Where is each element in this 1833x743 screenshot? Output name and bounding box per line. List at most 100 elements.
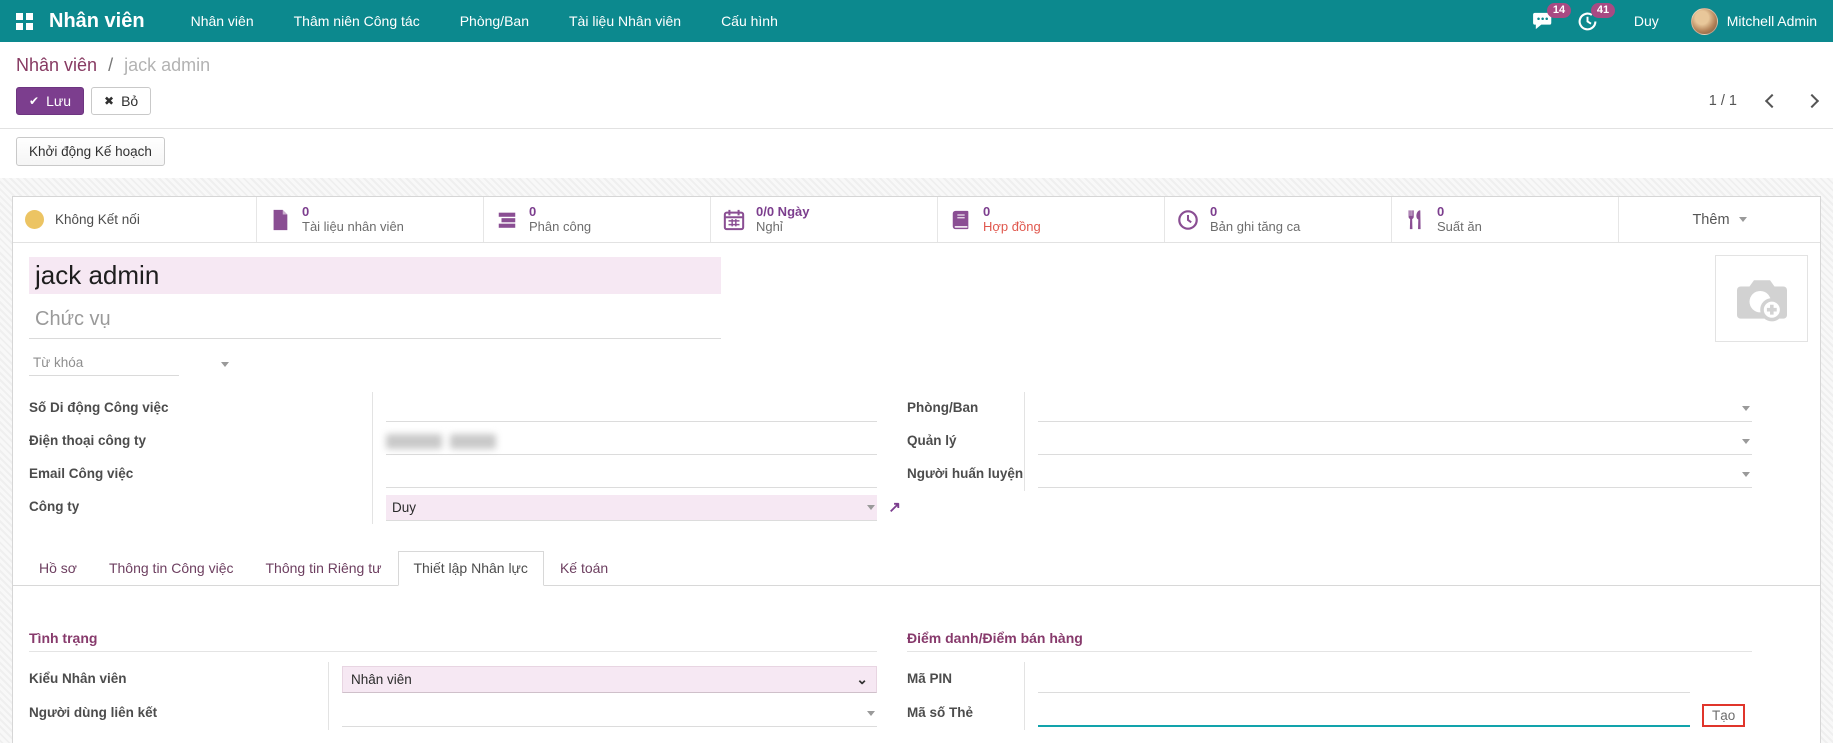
form-view-background: Không Kết nối 0 Tài liệu nhân viên 0 Phâ… xyxy=(0,178,1833,743)
contact-right-group: Phòng/Ban Quản lý Người huấn luyện xyxy=(907,392,1752,491)
internal-link-icon[interactable]: ↗ xyxy=(888,498,901,516)
cross-icon: ✖ xyxy=(104,94,114,108)
pager-next-icon[interactable] xyxy=(1805,94,1819,108)
tab-hr-settings[interactable]: Thiết lập Nhân lực xyxy=(398,551,544,586)
tab-work-information[interactable]: Thông tin Công việc xyxy=(93,551,250,586)
clock-icon xyxy=(1177,209,1199,231)
statusbar-actions: Khởi động Kế hoạch xyxy=(0,129,1833,178)
tab-private-information[interactable]: Thông tin Riêng tư xyxy=(250,551,398,586)
employee-type-select[interactable]: Nhân viên ⌄ xyxy=(342,666,877,693)
user-menu[interactable]: Mitchell Admin xyxy=(1681,8,1817,35)
stat-meals-button[interactable]: 0 Suất ăn xyxy=(1392,197,1619,242)
badge-id-label: Mã số Thẻ xyxy=(907,696,1025,730)
attendance-group-title: Điểm danh/Điểm bán hàng xyxy=(907,630,1752,652)
chevron-down-icon[interactable] xyxy=(1742,439,1750,444)
company-field[interactable]: Duy ↗ xyxy=(386,495,877,521)
pin-code-label: Mã PIN xyxy=(907,662,1025,696)
pager-counter: 1 / 1 xyxy=(1709,93,1737,109)
stat-documents-button[interactable]: 0 Tài liệu nhân viên xyxy=(257,197,484,242)
notebook-tabs: Hồ sơ Thông tin Công việc Thông tin Riên… xyxy=(13,551,1820,586)
file-icon xyxy=(269,209,291,231)
nav-menu-documents[interactable]: Tài liệu Nhân viên xyxy=(569,13,681,29)
chevron-down-icon xyxy=(1739,217,1747,222)
chevron-down-icon[interactable] xyxy=(867,505,875,510)
apps-menu-icon[interactable] xyxy=(16,13,33,30)
book-icon xyxy=(950,209,972,231)
breadcrumb-separator: / xyxy=(108,55,113,75)
stat-overtime-button[interactable]: 0 Bản ghi tăng ca xyxy=(1165,197,1392,242)
attendance-pos-section: Điểm danh/Điểm bán hàng Mã PIN Mã số Thẻ… xyxy=(907,630,1752,730)
nav-menu-configuration[interactable]: Cấu hình xyxy=(721,13,778,29)
work-email-input[interactable] xyxy=(386,462,877,488)
related-user-label: Người dùng liên kết xyxy=(29,696,329,730)
work-email-label: Email Công việc xyxy=(29,458,373,491)
list-icon xyxy=(496,209,518,231)
work-mobile-input[interactable] xyxy=(386,396,877,422)
chevron-down-icon[interactable] xyxy=(1742,472,1750,477)
save-button[interactable]: ✔ Lưu xyxy=(16,87,84,115)
breadcrumb-current: jack admin xyxy=(124,55,210,75)
pager-previous-icon[interactable] xyxy=(1765,94,1779,108)
generate-badge-button[interactable]: Tạo xyxy=(1702,704,1745,727)
nav-menu-seniority[interactable]: Thâm niên Công tác xyxy=(294,13,420,29)
work-phone-input[interactable] xyxy=(386,429,877,455)
discard-button[interactable]: ✖ Bỏ xyxy=(91,87,151,115)
company-label: Công ty xyxy=(29,491,373,524)
tags-input[interactable] xyxy=(29,352,179,376)
manager-field[interactable] xyxy=(1038,429,1752,455)
coach-field[interactable] xyxy=(1038,462,1752,488)
company-switcher[interactable]: Duy xyxy=(1634,13,1659,29)
pin-code-input[interactable] xyxy=(1038,667,1690,693)
contact-left-group: Số Di động Công việc Điện thoại công ty … xyxy=(29,392,877,524)
employee-photo-upload[interactable] xyxy=(1715,255,1808,342)
messages-icon[interactable]: 14 xyxy=(1533,11,1555,31)
hr-settings-page: Tình trạng Kiểu Nhân viên Nhân viên ⌄ Ng… xyxy=(13,586,1820,743)
tab-accounting[interactable]: Kế toán xyxy=(544,551,624,586)
department-label: Phòng/Ban xyxy=(907,392,1025,425)
attendance-group: Mã PIN Mã số Thẻ Tạo xyxy=(907,662,1752,730)
more-stats-dropdown[interactable]: Thêm xyxy=(1619,197,1820,242)
breadcrumb: Nhân viên / jack admin xyxy=(0,42,1833,78)
employee-name-input[interactable] xyxy=(29,257,721,294)
job-position-input[interactable] xyxy=(29,303,721,339)
calendar-icon xyxy=(723,209,745,231)
work-phone-label: Điện thoại công ty xyxy=(29,425,373,458)
stat-contracts-button[interactable]: 0 Hợp đồng xyxy=(938,197,1165,242)
status-group-title: Tình trạng xyxy=(29,630,877,652)
control-panel-buttons: ✔ Lưu ✖ Bỏ 1 / 1 xyxy=(0,78,1833,129)
status-dot-icon xyxy=(25,210,44,229)
activities-badge: 41 xyxy=(1591,3,1615,18)
breadcrumb-parent-link[interactable]: Nhân viên xyxy=(16,55,97,75)
status-group: Kiểu Nhân viên Nhân viên ⌄ Người dùng li… xyxy=(29,662,877,730)
user-avatar xyxy=(1691,8,1718,35)
stat-connection-status[interactable]: Không Kết nối xyxy=(13,197,257,242)
chevron-down-icon[interactable] xyxy=(1742,406,1750,411)
department-field[interactable] xyxy=(1038,396,1752,422)
launch-plan-button[interactable]: Khởi động Kế hoạch xyxy=(16,137,165,166)
employee-type-label: Kiểu Nhân viên xyxy=(29,662,329,696)
app-brand[interactable]: Nhân viên xyxy=(49,10,145,33)
chevron-down-icon[interactable] xyxy=(867,711,875,716)
nav-menu-employees[interactable]: Nhân viên xyxy=(191,13,254,29)
stat-planning-button[interactable]: 0 Phân công xyxy=(484,197,711,242)
stat-time-off-button[interactable]: 0/0 Ngày Nghỉ xyxy=(711,197,938,242)
coach-label: Người huấn luyện xyxy=(907,458,1025,491)
nav-menu-departments[interactable]: Phòng/Ban xyxy=(460,13,529,29)
messages-badge: 14 xyxy=(1547,3,1571,18)
redacted-phone-value xyxy=(450,434,496,449)
top-navbar: Nhân viên Nhân viên Thâm niên Công tác P… xyxy=(0,0,1833,42)
stat-button-row: Không Kết nối 0 Tài liệu nhân viên 0 Phâ… xyxy=(13,197,1820,243)
select-chevron-icon: ⌄ xyxy=(856,671,868,688)
cutlery-icon xyxy=(1404,209,1426,231)
manager-label: Quản lý xyxy=(907,425,1025,458)
related-user-field[interactable] xyxy=(342,701,877,727)
tab-resume[interactable]: Hồ sơ xyxy=(23,551,93,586)
redacted-phone-value xyxy=(386,434,442,449)
form-sheet: Không Kết nối 0 Tài liệu nhân viên 0 Phâ… xyxy=(12,196,1821,743)
activities-icon[interactable]: 41 xyxy=(1577,11,1598,32)
tags-dropdown-icon[interactable] xyxy=(221,362,229,367)
user-name: Mitchell Admin xyxy=(1727,13,1817,29)
camera-plus-icon xyxy=(1733,274,1791,324)
badge-id-input[interactable] xyxy=(1038,701,1690,727)
work-mobile-label: Số Di động Công việc xyxy=(29,392,373,425)
